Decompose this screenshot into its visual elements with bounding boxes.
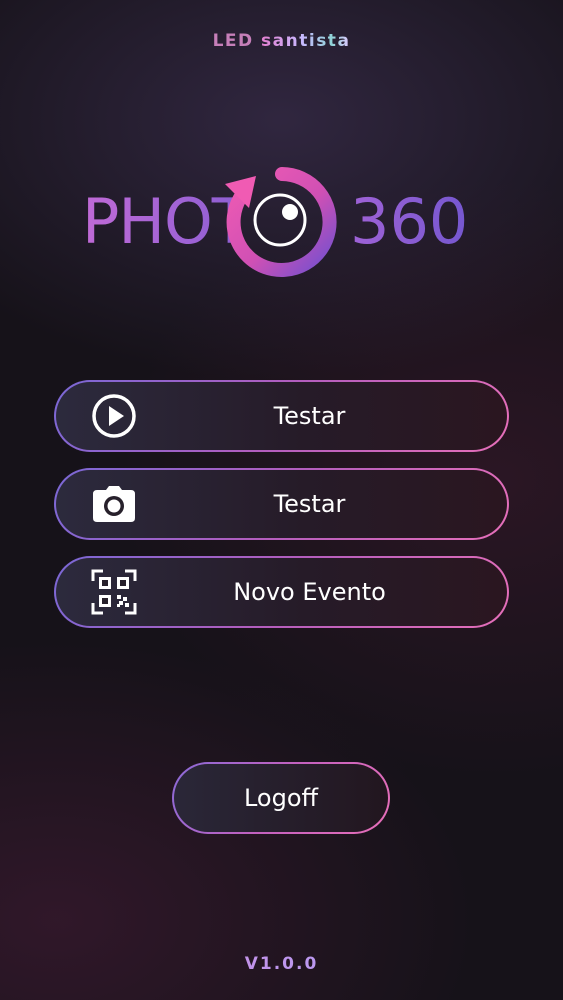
logoff-button[interactable]: Logoff: [172, 762, 390, 834]
play-circle-icon: [90, 392, 138, 440]
logo-text-left: PHOT: [82, 185, 251, 258]
logo-text-right: 360: [350, 185, 468, 258]
logoff-label: Logoff: [243, 784, 319, 812]
brand-santista-text: santista: [261, 31, 351, 51]
camera-icon: [90, 480, 138, 528]
app-version: V1.0.0: [0, 954, 563, 974]
photo360-logo: PHOT 360: [82, 167, 468, 277]
qr-code-icon: [90, 568, 138, 616]
brand-led-text: LED: [212, 31, 254, 51]
new-event-button[interactable]: Novo Evento: [54, 556, 509, 628]
brand-header: LED santista: [0, 31, 563, 51]
test-photo-button[interactable]: Testar: [54, 468, 509, 540]
test-video-button[interactable]: Testar: [54, 380, 509, 452]
